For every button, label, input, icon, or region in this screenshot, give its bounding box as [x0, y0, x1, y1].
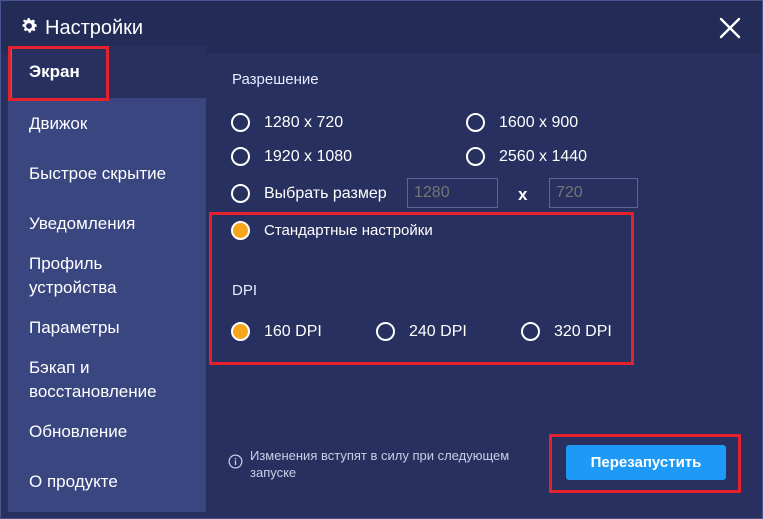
- radio-label: 1920 x 1080: [264, 147, 353, 165]
- radio-circle-selected: [231, 322, 250, 341]
- radio-1280x720[interactable]: 1280 x 720: [231, 113, 343, 132]
- info-icon: [228, 454, 243, 469]
- dpi-label: DPI: [232, 282, 258, 299]
- sidebar-item-engine[interactable]: Движок: [8, 112, 206, 136]
- radio-circle: [466, 147, 485, 166]
- radio-standard-settings[interactable]: Стандартные настройки: [231, 221, 433, 240]
- radio-label: 240 DPI: [409, 322, 467, 340]
- radio-label: Стандартные настройки: [264, 222, 433, 239]
- radio-label: 1600 x 900: [499, 113, 579, 131]
- radio-2560x1440[interactable]: 2560 x 1440: [466, 147, 587, 166]
- sidebar-item-quick-hide[interactable]: Быстрое скрытие: [8, 162, 206, 186]
- radio-240dpi[interactable]: 240 DPI: [376, 322, 467, 341]
- radio-label: Выбрать размер: [264, 184, 387, 202]
- radio-circle: [466, 113, 485, 132]
- window-title: Настройки: [45, 17, 144, 39]
- sidebar-item-device-profile[interactable]: Профиль устройства: [8, 252, 168, 300]
- radio-circle: [376, 322, 395, 341]
- radio-160dpi[interactable]: 160 DPI: [231, 322, 322, 341]
- sidebar-item-about[interactable]: О продукте: [8, 470, 206, 494]
- restart-notice: Изменения вступят в силу при следующем з…: [250, 448, 510, 480]
- custom-height-input[interactable]: [549, 178, 638, 208]
- restart-button[interactable]: Перезапустить: [566, 445, 726, 480]
- custom-width-input[interactable]: [407, 178, 498, 208]
- radio-320dpi[interactable]: 320 DPI: [521, 322, 612, 341]
- times-symbol: x: [518, 185, 528, 204]
- radio-circle: [231, 147, 250, 166]
- sidebar-item-label: Профиль устройства: [29, 254, 117, 297]
- radio-circle-selected: [231, 221, 250, 240]
- radio-circle: [521, 322, 540, 341]
- sidebar: Экран Движок Быстрое скрытие Уведомления…: [8, 46, 206, 512]
- active-indicator: [8, 46, 12, 98]
- sidebar-item-notifications[interactable]: Уведомления: [8, 212, 206, 236]
- radio-custom-size[interactable]: Выбрать размер: [231, 184, 387, 203]
- sidebar-item-label: Параметры: [29, 318, 120, 337]
- sidebar-item-label: Бэкап и восстановление: [29, 358, 157, 401]
- sidebar-item-update[interactable]: Обновление: [8, 420, 206, 444]
- sidebar-item-label: Уведомления: [29, 214, 136, 233]
- sidebar-item-label: Движок: [29, 114, 88, 133]
- radio-circle: [231, 113, 250, 132]
- sidebar-item-label: Обновление: [29, 422, 128, 441]
- radio-1920x1080[interactable]: 1920 x 1080: [231, 147, 352, 166]
- resolution-label: Разрешение: [232, 71, 319, 88]
- sidebar-item-label: Быстрое скрытие: [29, 164, 167, 183]
- settings-window: Настройки Экран Движок Быстрое скрытие У…: [0, 0, 763, 519]
- sidebar-item-screen[interactable]: Экран: [8, 46, 206, 98]
- radio-label: 1280 x 720: [264, 113, 344, 131]
- sidebar-item-label: О продукте: [29, 472, 118, 491]
- radio-1600x900[interactable]: 1600 x 900: [466, 113, 578, 132]
- gear-icon: [22, 18, 37, 33]
- sidebar-item-parameters[interactable]: Параметры: [8, 316, 206, 340]
- radio-label: 160 DPI: [264, 322, 322, 340]
- radio-label: 320 DPI: [554, 322, 612, 340]
- close-icon[interactable]: [717, 15, 743, 41]
- sidebar-item-backup[interactable]: Бэкап и восстановление: [8, 356, 178, 404]
- radio-label: 2560 x 1440: [499, 147, 588, 165]
- radio-circle: [231, 184, 250, 203]
- sidebar-item-label: Экран: [29, 62, 80, 81]
